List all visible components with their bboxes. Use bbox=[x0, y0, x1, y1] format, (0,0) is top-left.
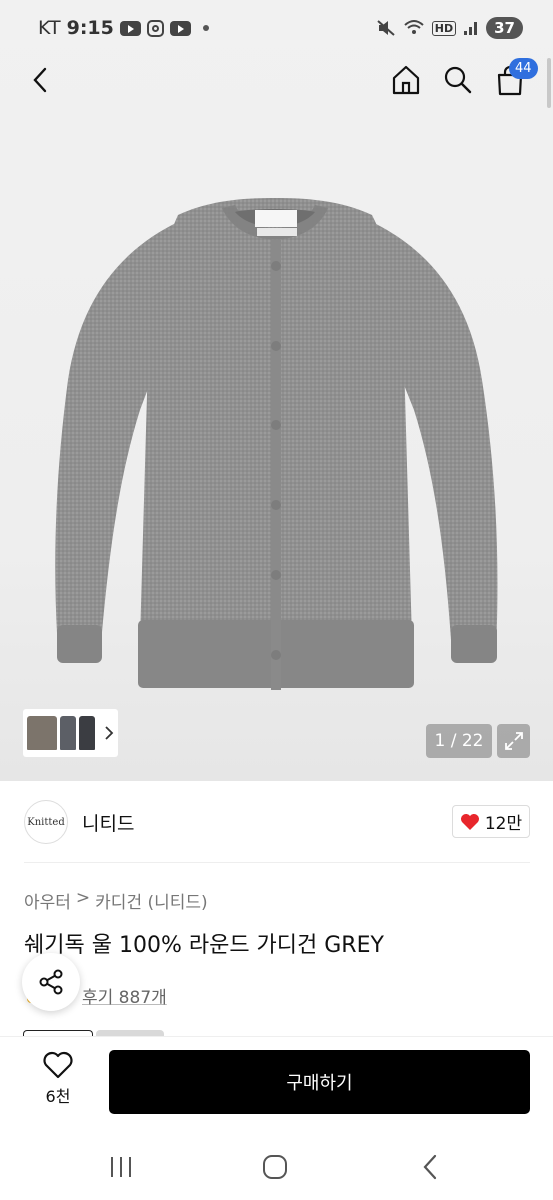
youtube-icon bbox=[119, 20, 141, 36]
thumbnail-image[interactable] bbox=[79, 716, 95, 750]
hd-voice-icon: HD bbox=[431, 20, 457, 36]
back-arrow-icon bbox=[423, 1154, 437, 1180]
brand-logo[interactable]: Knitted bbox=[24, 800, 68, 844]
instagram-icon bbox=[146, 19, 164, 37]
home-icon bbox=[392, 65, 420, 95]
cardigan-photo bbox=[55, 198, 498, 690]
status-bar: KT 9:15 HD 37 bbox=[0, 0, 553, 56]
brand-like-count: 12만 bbox=[484, 814, 523, 834]
system-navigation-bar bbox=[0, 1132, 553, 1200]
heart-filled-icon bbox=[460, 813, 479, 830]
thumbnail-strip[interactable] bbox=[23, 709, 118, 757]
thumbnail-image[interactable] bbox=[27, 716, 57, 750]
battery-indicator: 37 bbox=[486, 17, 523, 39]
recent-apps-icon bbox=[111, 1157, 131, 1177]
home-system-button[interactable] bbox=[258, 1150, 292, 1184]
brand-like-button[interactable]: 12만 bbox=[452, 805, 530, 838]
share-icon bbox=[39, 969, 63, 995]
home-circle-icon bbox=[263, 1155, 287, 1179]
home-button[interactable] bbox=[386, 60, 426, 100]
heart-outline-icon bbox=[43, 1051, 73, 1079]
wishlist-count: 6천 bbox=[45, 1087, 71, 1106]
product-title: 쉐기독 울 100% 라운드 가디건 GREY bbox=[24, 933, 384, 958]
divider bbox=[24, 862, 530, 863]
back-system-button[interactable] bbox=[414, 1150, 448, 1184]
top-navigation bbox=[0, 56, 553, 106]
cart-count-badge: 44 bbox=[509, 58, 538, 79]
share-button[interactable] bbox=[22, 953, 80, 1011]
brand-name[interactable]: 니티드 bbox=[82, 809, 134, 836]
recent-apps-button[interactable] bbox=[104, 1150, 138, 1184]
chevron-left-icon bbox=[33, 67, 47, 93]
brand-logo-text: Knitted bbox=[27, 816, 65, 828]
breadcrumb: 아우터 > 카디건 (니티드) bbox=[24, 888, 208, 913]
image-counter: 1 / 22 bbox=[426, 724, 492, 758]
review-link[interactable]: 후기 887개 bbox=[82, 983, 167, 1008]
purchase-bar: 6천 구매하기 bbox=[0, 1036, 553, 1132]
back-button[interactable] bbox=[21, 60, 61, 100]
expand-button[interactable] bbox=[497, 724, 530, 758]
product-image[interactable] bbox=[0, 0, 553, 781]
wishlist-button[interactable]: 6천 bbox=[30, 1051, 86, 1113]
thumbnail-image[interactable] bbox=[60, 716, 76, 750]
buy-button[interactable]: 구매하기 bbox=[109, 1050, 530, 1114]
wifi-icon bbox=[404, 20, 424, 34]
chevron-right-icon bbox=[105, 726, 114, 740]
more-notifications-icon bbox=[202, 25, 209, 31]
carrier-label: KT bbox=[38, 17, 61, 39]
breadcrumb-separator: > bbox=[75, 888, 91, 908]
youtube-icon bbox=[169, 20, 191, 36]
mute-icon bbox=[377, 20, 395, 36]
search-icon bbox=[444, 66, 472, 94]
expand-icon bbox=[504, 732, 523, 750]
signal-icon bbox=[464, 22, 478, 35]
breadcrumb-subcategory[interactable]: 카디건 (니티드) bbox=[95, 888, 208, 913]
search-button[interactable] bbox=[438, 60, 478, 100]
clock: 9:15 bbox=[66, 17, 114, 39]
breadcrumb-category[interactable]: 아우터 bbox=[24, 888, 71, 913]
